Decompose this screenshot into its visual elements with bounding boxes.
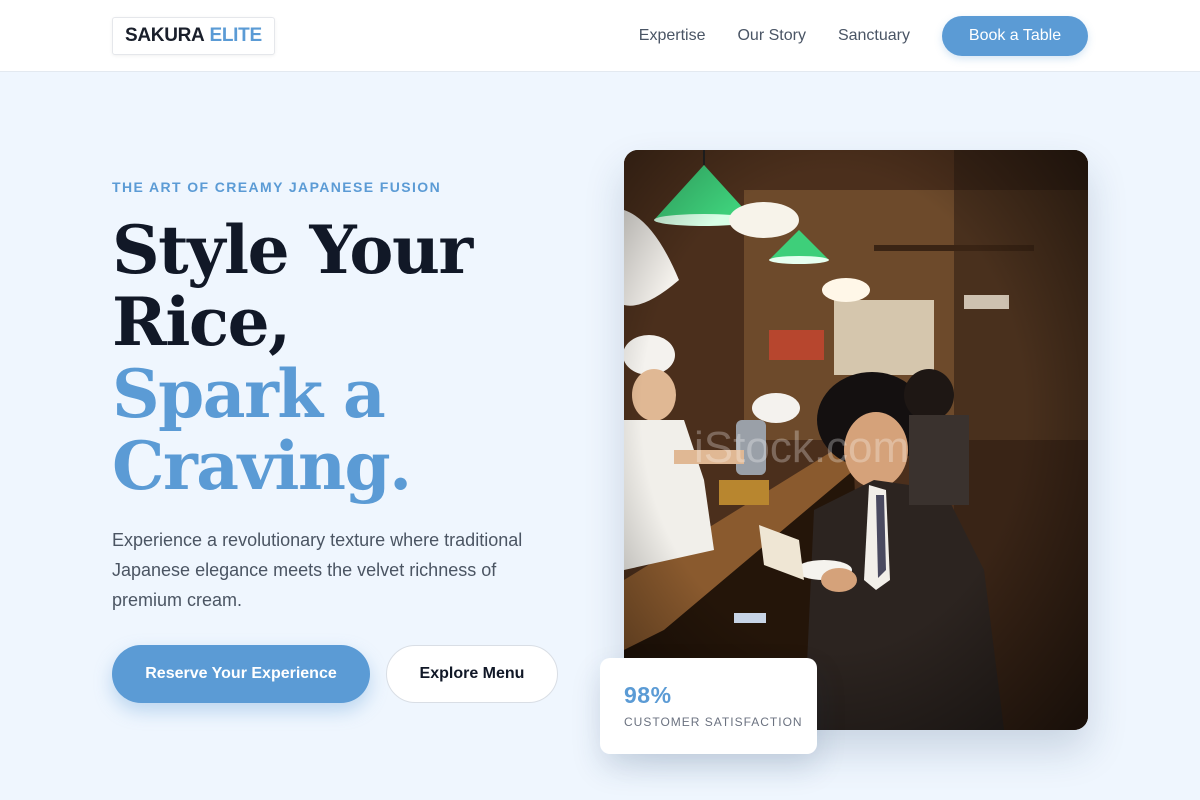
restaurant-scene-illustration: iStock.com xyxy=(624,150,1088,730)
nav-link-sanctuary[interactable]: Sanctuary xyxy=(838,27,910,45)
hero-restaurant-photo: iStock.com xyxy=(624,150,1088,730)
brand-name-accent: ELITE xyxy=(209,25,262,46)
brand-name-primary: SAKURA xyxy=(125,25,205,46)
reserve-experience-button[interactable]: Reserve Your Experience xyxy=(112,645,370,703)
hero-title-line-2: Rice, xyxy=(112,283,291,361)
hero-eyebrow: THE ART OF CREAMY JAPANESE FUSION xyxy=(112,179,442,195)
nav-link-expertise[interactable]: Expertise xyxy=(639,27,706,45)
hero-title-line-1: Style Your xyxy=(112,211,473,289)
hero-title: Style Your Rice, Spark a Craving. xyxy=(112,211,473,505)
site-header: SAKURA ELITE Expertise Our Story Sanctua… xyxy=(0,0,1200,72)
satisfaction-stat-card: 98% CUSTOMER SATISFACTION xyxy=(600,658,817,754)
brand-logo[interactable]: SAKURA ELITE xyxy=(112,17,275,55)
book-table-button[interactable]: Book a Table xyxy=(942,16,1088,56)
hero-description: Experience a revolutionary texture where… xyxy=(112,530,523,610)
hero-title-line-4: Craving. xyxy=(112,427,412,505)
satisfaction-label: CUSTOMER SATISFACTION xyxy=(624,715,803,729)
main-nav: Expertise Our Story Sanctuary Book a Tab… xyxy=(639,16,1088,56)
nav-link-our-story[interactable]: Our Story xyxy=(737,27,805,45)
stock-watermark: iStock.com xyxy=(694,423,909,472)
satisfaction-value: 98% xyxy=(624,682,672,708)
explore-menu-button[interactable]: Explore Menu xyxy=(386,645,558,703)
hero-title-line-3: Spark a xyxy=(112,355,386,433)
